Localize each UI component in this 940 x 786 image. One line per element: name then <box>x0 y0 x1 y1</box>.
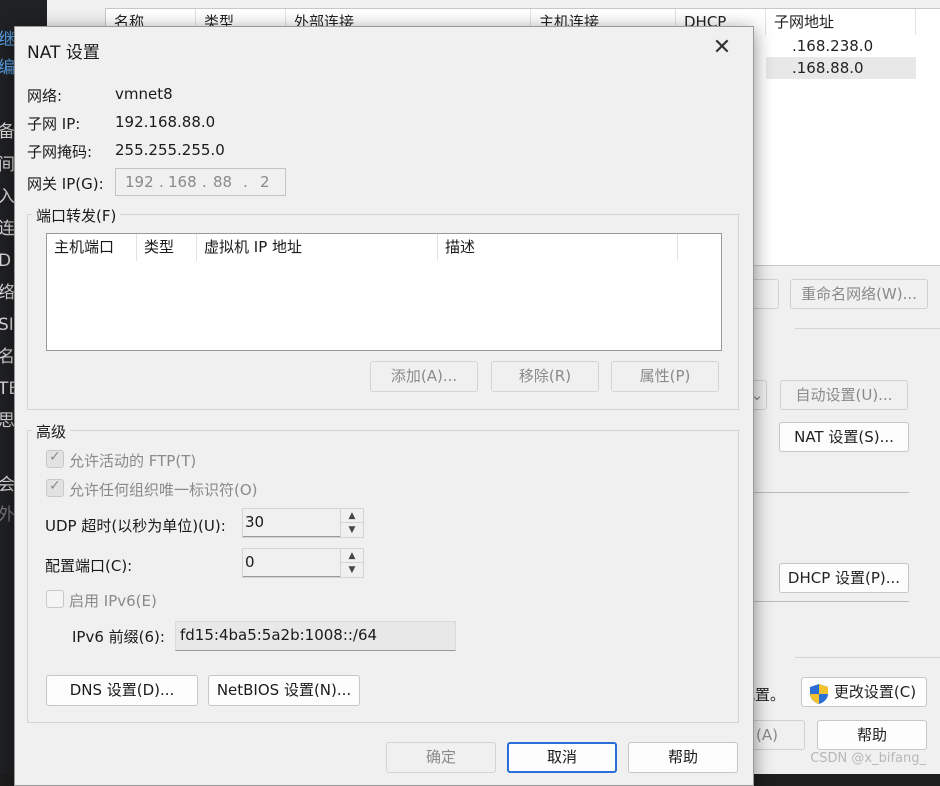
strip-char: 继 <box>0 30 15 50</box>
strip-char: 会 <box>0 475 15 495</box>
port-forwarding-list[interactable]: 主机端口 类型 虚拟机 IP 地址 描述 <box>46 233 722 351</box>
increment-icon[interactable]: ▲ <box>341 509 363 523</box>
dns-settings-button[interactable]: DNS 设置(D)... <box>46 675 198 706</box>
subnet-ip-label: 子网 IP: <box>27 115 81 133</box>
col-type[interactable]: 类型 <box>137 234 197 261</box>
col-subnet[interactable]: 子网地址 <box>766 9 916 35</box>
port-forwarding-title: 端口转发(F) <box>32 205 121 226</box>
settings-panel <box>795 328 940 658</box>
bg-help-button[interactable]: 帮助 <box>817 720 927 750</box>
enable-ipv6-checkbox[interactable] <box>46 590 64 608</box>
ipv6-prefix-label: IPv6 前缀(6): <box>72 628 165 646</box>
close-icon[interactable]: ✕ <box>709 35 735 61</box>
strip-char: 编 <box>0 58 15 78</box>
gateway-ip-field[interactable]: 192 . 168 . 88 . 2 <box>115 168 286 196</box>
strip-char: 络 <box>0 283 15 303</box>
change-settings-button[interactable]: 更改设置(C) <box>801 677 927 707</box>
ipv6-prefix-value: fd15:4ba5:5a2b:1008::/64 <box>180 626 378 644</box>
allow-oui-label: 允许任何组织唯一标识符(O) <box>69 481 258 499</box>
udp-timeout-label: UDP 超时(以秒为单位)(U): <box>45 517 226 535</box>
config-port-stepper[interactable]: 0 ▲ ▼ <box>242 548 364 578</box>
decrement-icon[interactable]: ▼ <box>341 523 363 537</box>
strip-char: 外 <box>0 505 15 525</box>
strip-char: 间 <box>0 155 15 175</box>
divider <box>747 492 909 493</box>
strip-char: D <box>0 251 12 271</box>
config-port-label: 配置端口(C): <box>45 557 133 575</box>
allow-ftp-label: 允许活动的 FTP(T) <box>69 452 197 470</box>
subnet-ip-value: 192.168.88.0 <box>115 113 216 131</box>
gateway-octet[interactable]: 192 <box>125 173 154 191</box>
col-vm-ip[interactable]: 虚拟机 IP 地址 <box>197 234 438 261</box>
increment-icon[interactable]: ▲ <box>341 549 363 563</box>
apply-button[interactable]: (A) <box>747 720 805 750</box>
ok-button[interactable]: 确定 <box>386 742 496 773</box>
remove-button[interactable]: 移除(R) <box>491 361 599 392</box>
dhcp-settings-button[interactable]: DHCP 设置(P)... <box>779 563 909 593</box>
enable-ipv6-label: 启用 IPv6(E) <box>69 592 157 610</box>
subnet-cell[interactable]: .168.88.0 <box>792 57 864 79</box>
strip-char: 名 <box>0 347 15 367</box>
properties-button[interactable]: 属性(P) <box>611 361 719 392</box>
uac-shield-icon <box>810 684 828 704</box>
udp-timeout-value[interactable]: 30 <box>245 513 264 531</box>
strip-char: 连 <box>0 219 15 239</box>
advanced-title: 高级 <box>32 421 71 442</box>
strip-char: 入 <box>0 187 15 207</box>
nat-settings-button[interactable]: NAT 设置(S)... <box>779 422 909 452</box>
gateway-octet[interactable]: 2 <box>260 173 270 191</box>
strip-char: SI <box>0 315 14 335</box>
change-settings-label: 更改设置(C) <box>833 683 917 701</box>
nat-settings-dialog: NAT 设置 ✕ 网络: vmnet8 子网 IP: 192.168.88.0 … <box>14 26 754 786</box>
col-host-port[interactable]: 主机端口 <box>47 234 137 261</box>
allow-ftp-checkbox[interactable] <box>46 449 64 468</box>
netbios-settings-button[interactable]: NetBIOS 设置(N)... <box>208 675 360 706</box>
dialog-title: NAT 设置 <box>27 43 100 63</box>
subnet-mask-label: 子网掩码: <box>27 143 93 161</box>
gateway-octet[interactable]: 168 <box>168 173 197 191</box>
subnet-cell[interactable]: .168.238.0 <box>792 35 873 57</box>
subnet-mask-value: 255.255.255.0 <box>115 141 225 159</box>
gateway-label: 网关 IP(G): <box>27 175 104 193</box>
col-description[interactable]: 描述 <box>438 234 678 261</box>
ipv6-prefix-field[interactable]: fd15:4ba5:5a2b:1008::/64 <box>175 621 456 651</box>
strip-char: 思 <box>0 411 15 431</box>
decrement-icon[interactable]: ▼ <box>341 563 363 577</box>
udp-timeout-stepper[interactable]: 30 ▲ ▼ <box>242 508 364 538</box>
strip-char: 备 <box>0 122 15 142</box>
cancel-button[interactable]: 取消 <box>507 742 617 773</box>
csdn-watermark: CSDN @x_bifang_ <box>810 751 926 766</box>
network-label: 网络: <box>27 87 63 105</box>
allow-oui-checkbox[interactable] <box>46 478 64 497</box>
network-value: vmnet8 <box>115 85 173 103</box>
auto-settings-button[interactable]: 自动设置(U)... <box>780 380 908 410</box>
dialog-titlebar[interactable]: NAT 设置 ✕ <box>15 27 753 71</box>
add-button[interactable]: 添加(A)... <box>370 361 478 392</box>
divider <box>747 601 909 602</box>
rename-network-button[interactable]: 重命名网络(W)... <box>790 279 928 309</box>
gateway-octet[interactable]: 88 <box>213 173 232 191</box>
help-button[interactable]: 帮助 <box>628 742 738 773</box>
config-port-value[interactable]: 0 <box>245 553 255 571</box>
